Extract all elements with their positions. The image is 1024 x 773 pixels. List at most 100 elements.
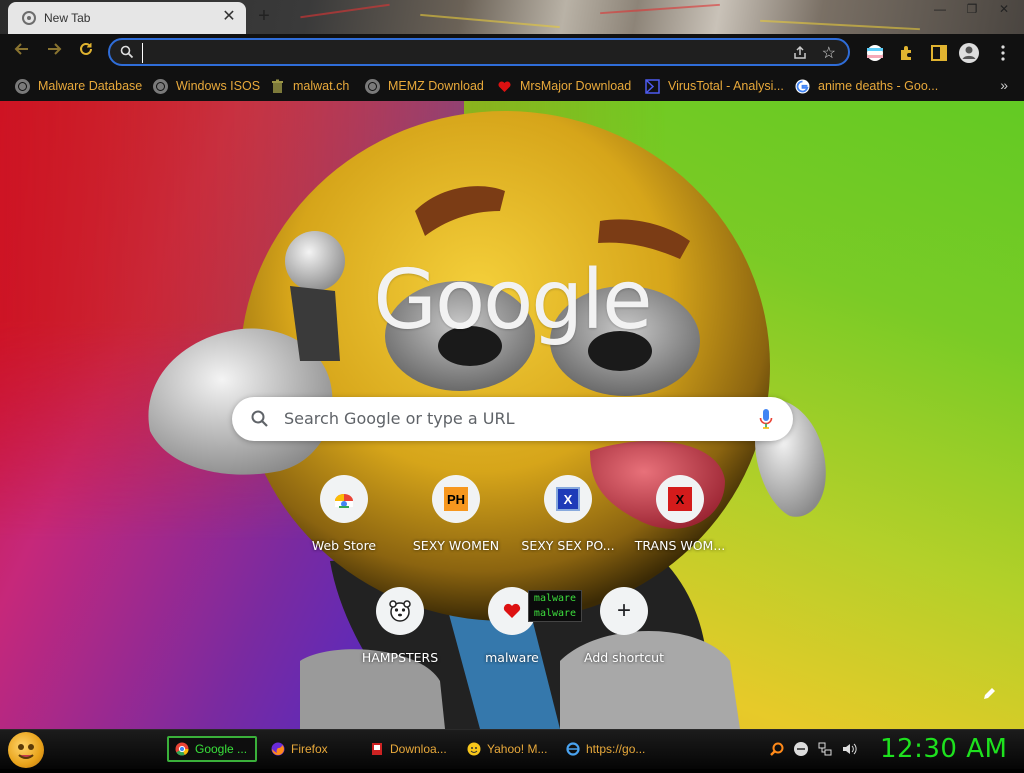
close-tab-icon[interactable]: ✕: [220, 8, 238, 26]
taskbar-clock[interactable]: 12:30 AM: [880, 734, 1007, 764]
shortcut-icon-circle: +: [600, 587, 648, 635]
forward-arrow-icon: [48, 43, 62, 55]
shortcut-tile[interactable]: HAMPSTERS: [344, 587, 456, 699]
taskbar-item-downloads[interactable]: Downloa...: [364, 736, 454, 762]
bookmark-malware-database[interactable]: Malware Database: [15, 71, 142, 101]
bookmark-label: Windows ISOS: [176, 79, 261, 93]
shortcut-icon-circle: PH: [432, 475, 480, 523]
google-icon: [795, 79, 810, 93]
bookmark-star-icon[interactable]: ☆: [822, 43, 836, 63]
search-tray-icon[interactable]: [769, 741, 785, 757]
download-icon: [372, 743, 382, 755]
shortcut-icon-circle: X: [544, 475, 592, 523]
globe-icon: [153, 78, 168, 94]
toolbar: ☆: [0, 34, 1024, 71]
shortcut-label: HAMPSTERS: [361, 650, 439, 665]
share-icon[interactable]: [792, 45, 808, 61]
bookmarks-overflow-button[interactable]: »: [1000, 77, 1008, 93]
extensions-icon[interactable]: [896, 42, 918, 64]
bookmark-label: malwat.ch: [293, 79, 350, 93]
chrome-icon: [175, 742, 189, 756]
omnibox[interactable]: ☆: [108, 38, 850, 66]
network-monitor-icon[interactable]: [817, 741, 833, 757]
search-box[interactable]: Search Google or type a URL: [232, 397, 793, 441]
bookmarks-bar: Malware Database Windows ISOS malwat.ch …: [0, 71, 1024, 102]
chrome-favicon-icon: [22, 11, 36, 25]
bookmark-label: anime deaths - Goo...: [818, 79, 939, 93]
bookmark-virustotal[interactable]: VirusTotal - Analysi...: [645, 71, 784, 101]
new-tab-button[interactable]: +: [254, 6, 274, 26]
bookmark-label: Malware Database: [38, 79, 143, 93]
bookmark-anime-deaths[interactable]: anime deaths - Goo...: [795, 71, 938, 101]
microphone-icon[interactable]: [759, 408, 773, 430]
network-status-icon[interactable]: [793, 741, 809, 757]
heart-icon: [498, 80, 511, 92]
bookmark-windows-isos[interactable]: Windows ISOS: [153, 71, 260, 101]
taskbar-item-label: Downloa...: [390, 742, 447, 756]
taskbar-item-chrome[interactable]: Google ...: [167, 736, 257, 762]
address-input[interactable]: [142, 43, 747, 63]
tooltip-line: malware: [533, 608, 577, 619]
new-tab-page: Google Search Google or type a URL Web S…: [0, 101, 1024, 729]
shortcut-tile[interactable]: PH SEXY WOMEN: [400, 475, 512, 587]
bookmark-label: MrsMajor Download: [520, 79, 632, 93]
start-button[interactable]: [8, 732, 44, 768]
shortcut-tile[interactable]: Web Store: [288, 475, 400, 587]
taskbar-item-label: https://go...: [586, 742, 646, 756]
wallpaper-scratch: [300, 3, 390, 19]
restore-button[interactable]: ❐: [956, 0, 988, 18]
globe-icon: [15, 78, 30, 94]
volume-icon[interactable]: [841, 741, 857, 757]
shortcut-icon-circle: X: [656, 475, 704, 523]
plus-icon: +: [616, 597, 631, 624]
taskbar-item-browser-url[interactable]: https://go...: [560, 736, 652, 762]
taskbar-item-label: Google ...: [195, 742, 248, 756]
shortcut-icon-circle: [376, 587, 424, 635]
back-arrow-icon: [14, 43, 28, 55]
x-icon: X: [556, 487, 580, 511]
bookmark-memz-download[interactable]: MEMZ Download: [365, 71, 484, 101]
taskbar-item-firefox[interactable]: Firefox: [265, 736, 353, 762]
shortcut-label: Web Store: [311, 538, 377, 553]
globe-icon: [365, 78, 380, 94]
shortcut-label: SEXY SEX PO...: [521, 538, 615, 553]
ph-icon: PH: [444, 487, 468, 511]
tab-new-tab[interactable]: New Tab ✕: [8, 2, 246, 34]
search-placeholder: Search Google or type a URL: [284, 409, 515, 428]
taskbar-item-yahoo[interactable]: Yahoo! M...: [461, 736, 553, 762]
shortcut-label: malware: [485, 650, 539, 665]
taskbar: Google ... Firefox Downloa... Yahoo! M..…: [0, 729, 1024, 769]
profile-avatar-icon[interactable]: [958, 42, 980, 64]
side-panel-icon[interactable]: [928, 42, 950, 64]
forward-button[interactable]: [42, 40, 66, 64]
close-window-button[interactable]: ✕: [988, 0, 1020, 18]
shortcut-tile[interactable]: X SEXY SEX PO...: [512, 475, 624, 587]
search-icon: [120, 45, 134, 59]
back-button[interactable]: [10, 40, 34, 64]
shortcut-tile[interactable]: X TRANS WOM...: [624, 475, 736, 587]
minimize-button[interactable]: —: [924, 0, 956, 18]
profile-flag-icon[interactable]: [864, 42, 886, 64]
wallpaper-scratch: [420, 13, 560, 29]
heart-icon: [503, 603, 521, 618]
reload-button[interactable]: [74, 40, 98, 64]
trash-icon: [272, 79, 283, 93]
taskbar-item-label: Firefox: [291, 742, 328, 756]
shortcut-label: SEXY WOMEN: [412, 538, 500, 553]
shortcut-label: TRANS WOM...: [634, 538, 726, 553]
title-bar: New Tab ✕ + — ❐ ✕: [0, 0, 1024, 34]
search-icon: [251, 410, 268, 427]
customize-pencil-icon[interactable]: [982, 687, 996, 701]
firefox-icon: [271, 742, 285, 756]
add-shortcut-tile[interactable]: + Add shortcut: [568, 587, 680, 699]
web-store-icon: [335, 494, 353, 508]
hamster-icon: [389, 600, 411, 622]
bookmark-mrsmajor-download[interactable]: MrsMajor Download: [497, 71, 631, 101]
x-red-icon: X: [668, 487, 692, 511]
taskbar-item-label: Yahoo! M...: [487, 742, 548, 756]
bookmark-label: VirusTotal - Analysi...: [668, 79, 784, 93]
yahoo-icon: [467, 742, 481, 756]
menu-kebab-icon[interactable]: [992, 42, 1014, 64]
tab-title: New Tab: [44, 11, 91, 25]
bookmark-malwatch[interactable]: malwat.ch: [270, 71, 349, 101]
